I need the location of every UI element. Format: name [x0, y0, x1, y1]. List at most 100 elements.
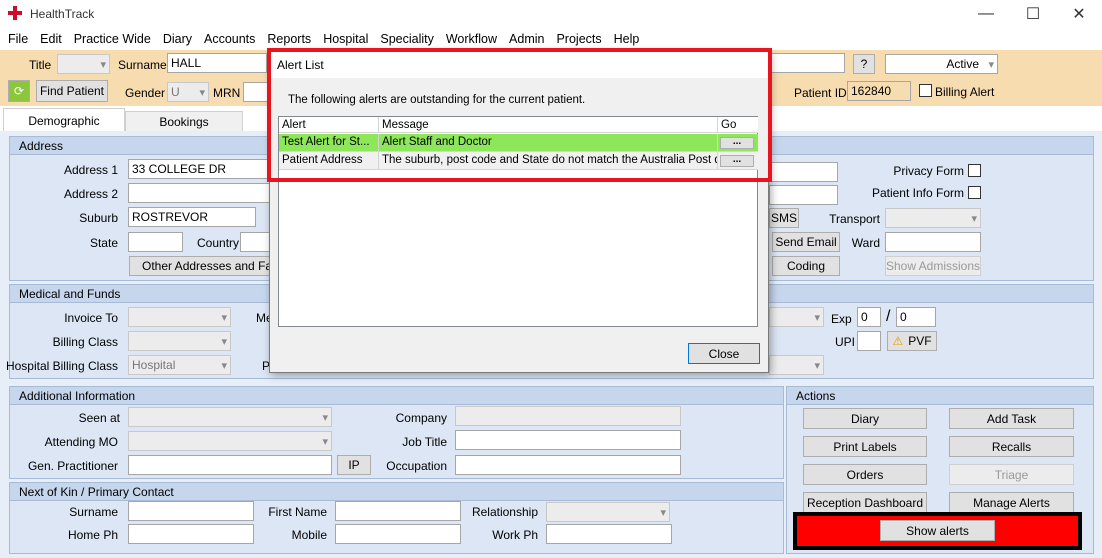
message-column-header[interactable]: Message	[379, 117, 718, 133]
minimize-button[interactable]: —	[963, 0, 1009, 28]
address2-input[interactable]	[128, 183, 273, 203]
kin-first-name-label: First Name	[268, 505, 327, 519]
patient-info-form-checkbox[interactable]	[968, 186, 981, 199]
go-button[interactable]: ...	[720, 155, 754, 167]
country-label: Country	[197, 236, 240, 250]
address-right-field-2[interactable]	[769, 185, 838, 205]
billing-alert-label: Billing Alert	[935, 85, 995, 99]
address1-input[interactable]: 33 COLLEGE DR	[128, 159, 273, 179]
pvf-label: PVF	[908, 334, 932, 348]
help-button[interactable]: ?	[853, 54, 875, 74]
gender-label: Gender	[125, 86, 166, 100]
menu-reports[interactable]: Reports	[263, 29, 315, 49]
fund-right-select-2[interactable]	[769, 355, 824, 375]
menu-hospital[interactable]: Hospital	[319, 29, 372, 49]
manage-alerts-button[interactable]: Manage Alerts	[949, 492, 1074, 513]
title-select[interactable]	[57, 54, 110, 74]
orders-button[interactable]: Orders	[803, 464, 927, 485]
job-title-input[interactable]	[455, 430, 681, 450]
coding-button[interactable]: Coding	[772, 256, 840, 276]
recalls-button[interactable]: Recalls	[949, 436, 1074, 457]
privacy-form-label: Privacy Form	[893, 164, 964, 178]
diary-button[interactable]: Diary	[803, 408, 927, 429]
find-patient-button[interactable]: Find Patient	[36, 80, 108, 102]
pvf-button[interactable]: ⚠ PVF	[887, 331, 937, 351]
title-bar	[0, 0, 1102, 28]
reception-dashboard-button[interactable]: Reception Dashboard	[803, 492, 927, 513]
seen-at-select[interactable]	[128, 407, 332, 427]
menu-projects[interactable]: Projects	[552, 29, 605, 49]
message-cell: Alert Staff and Doctor	[379, 134, 718, 152]
billing-class-select[interactable]	[128, 331, 231, 351]
company-label: Company	[395, 411, 447, 425]
billing-alert-checkbox[interactable]	[919, 84, 932, 97]
address-right-field-1[interactable]	[769, 162, 838, 182]
title-label: Title	[29, 58, 52, 72]
ward-input[interactable]	[885, 232, 981, 252]
menu-help[interactable]: Help	[610, 29, 644, 49]
menu-admin[interactable]: Admin	[505, 29, 548, 49]
go-column-header[interactable]: Go	[718, 117, 758, 133]
menu-accounts[interactable]: Accounts	[200, 29, 259, 49]
kin-work-ph-input[interactable]	[546, 524, 672, 544]
menu-edit[interactable]: Edit	[36, 29, 66, 49]
alert-list-dialog: Alert List The following alerts are outs…	[269, 51, 769, 373]
ip-button[interactable]: IP	[337, 455, 371, 475]
refresh-icon[interactable]: ⟳	[8, 80, 30, 102]
menu-speciality[interactable]: Speciality	[376, 29, 438, 49]
surname-input[interactable]: HALL	[167, 53, 267, 73]
privacy-form-checkbox[interactable]	[968, 164, 981, 177]
kin-mobile-label: Mobile	[291, 528, 327, 542]
transport-select[interactable]	[885, 208, 981, 228]
gender-select[interactable]: U	[167, 82, 209, 102]
exp-year-input[interactable]: 0	[896, 307, 936, 327]
menu-workflow[interactable]: Workflow	[442, 29, 501, 49]
tab-demographic[interactable]: Demographic	[3, 108, 125, 132]
occupation-label: Occupation	[386, 459, 447, 473]
upi-input[interactable]	[857, 331, 881, 351]
fund-right-select-1[interactable]	[769, 307, 824, 327]
kin-first-name-input[interactable]	[335, 501, 461, 521]
add-task-button[interactable]: Add Task	[949, 408, 1074, 429]
alert-dialog-message: The following alerts are outstanding for…	[288, 94, 586, 106]
kin-home-ph-label: Home Ph	[67, 528, 118, 542]
next-of-kin-title: Next of Kin / Primary Contact	[10, 483, 783, 501]
state-label: State	[89, 236, 118, 250]
suburb-input[interactable]: ROSTREVOR	[128, 207, 256, 227]
send-email-button[interactable]: Send Email	[772, 232, 840, 252]
tab-bookings[interactable]: Bookings	[125, 111, 243, 132]
occupation-input[interactable]	[455, 455, 681, 475]
triage-button: Triage	[949, 464, 1074, 485]
state-input[interactable]	[128, 232, 183, 252]
gen-practitioner-input[interactable]	[128, 455, 332, 475]
menu-diary[interactable]: Diary	[159, 29, 196, 49]
country-input[interactable]	[240, 232, 270, 252]
menu-file[interactable]: File	[4, 29, 32, 49]
close-window-button[interactable]: ✕	[1056, 0, 1102, 28]
kin-mobile-input[interactable]	[335, 524, 461, 544]
close-button[interactable]: Close	[688, 343, 760, 364]
patient-id-label: Patient ID	[794, 86, 847, 100]
status-select[interactable]: Active	[885, 54, 998, 74]
invoice-to-select[interactable]	[128, 307, 231, 327]
company-input[interactable]	[455, 406, 681, 426]
print-labels-button[interactable]: Print Labels	[803, 436, 927, 457]
kin-surname-label: Surname	[69, 505, 118, 519]
attending-mo-select[interactable]	[128, 431, 332, 451]
sms-button[interactable]: SMS	[769, 208, 799, 228]
show-alerts-button[interactable]: Show alerts	[880, 520, 995, 541]
go-button[interactable]: ...	[720, 137, 754, 149]
maximize-button[interactable]: ☐	[1010, 0, 1056, 28]
show-admissions-button: Show Admissions	[885, 256, 981, 276]
billing-class-label: Billing Class	[52, 335, 118, 349]
exp-month-input[interactable]: 0	[857, 307, 881, 327]
header-blank-field[interactable]	[769, 53, 845, 73]
menu-practice-wide[interactable]: Practice Wide	[70, 29, 155, 49]
alert-column-header[interactable]: Alert	[279, 117, 379, 133]
hospital-billing-class-select[interactable]: Hospital	[128, 355, 231, 375]
other-addresses-button[interactable]: Other Addresses and Famil	[129, 256, 271, 276]
exp-separator: /	[886, 308, 891, 325]
relationship-select[interactable]	[546, 502, 670, 522]
kin-surname-input[interactable]	[128, 501, 254, 521]
kin-home-ph-input[interactable]	[128, 524, 254, 544]
